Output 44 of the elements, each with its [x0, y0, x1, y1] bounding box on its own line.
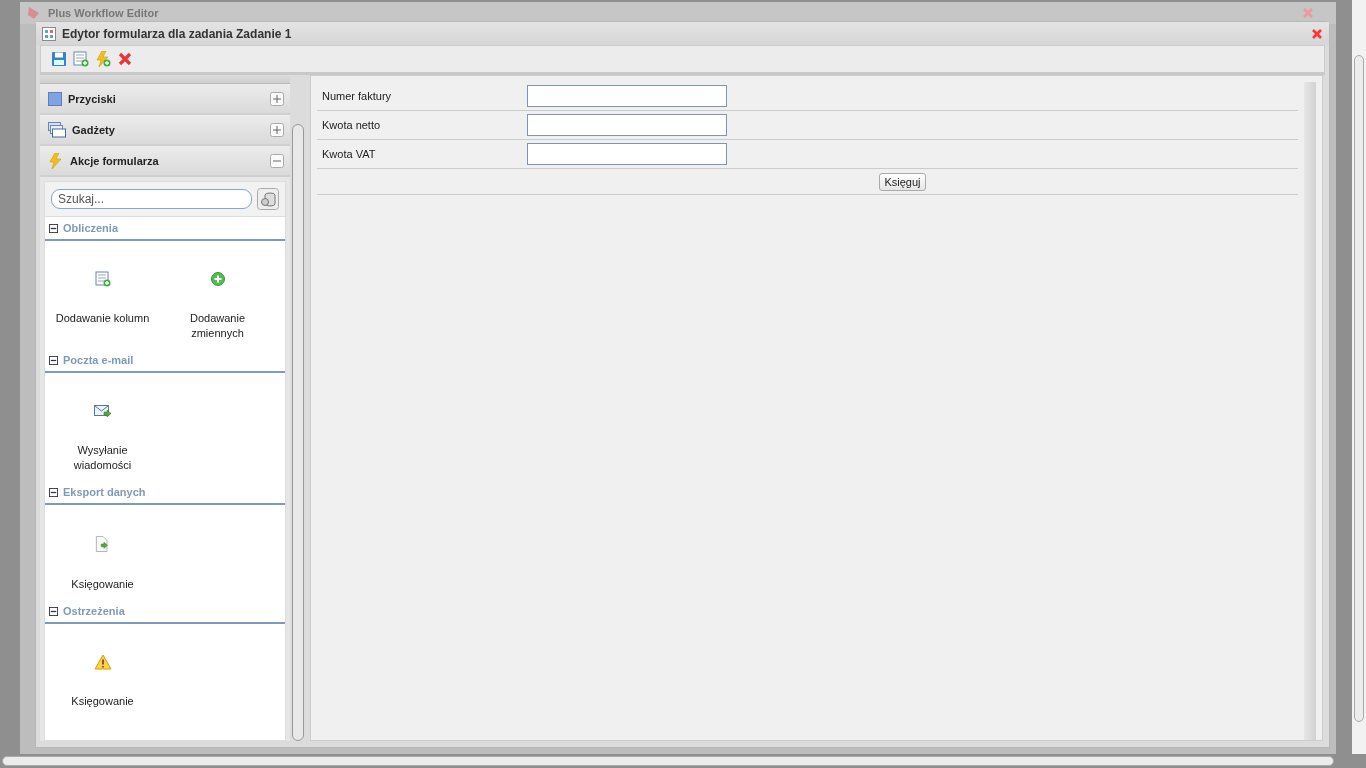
accordion-header[interactable]: Gadżety: [40, 115, 290, 146]
scrollbar-thumb[interactable]: [292, 124, 304, 741]
field-label: Kwota VAT: [322, 148, 377, 160]
input-field[interactable]: [527, 143, 727, 165]
submit-button[interactable]: Księguj: [879, 172, 926, 191]
mail-send-icon[interactable]: [93, 403, 112, 419]
collapse-icon[interactable]: [49, 606, 58, 616]
form-icon: [42, 26, 56, 41]
warning-icon[interactable]: [93, 654, 112, 670]
lightning-add-icon[interactable]: [95, 51, 111, 67]
add-table-icon[interactable]: [94, 271, 111, 287]
save-icon[interactable]: [51, 51, 67, 67]
collapse-icon[interactable]: [49, 223, 58, 233]
dialog-title: Edytor formularza dla zadania Zadanie 1: [62, 26, 292, 41]
document-export-icon[interactable]: [94, 535, 111, 553]
app-title: Plus Workflow Editor: [48, 7, 159, 19]
add-icon[interactable]: [209, 271, 226, 287]
scrollbar[interactable]: [2, 756, 1334, 766]
expand-icon[interactable]: [270, 122, 284, 137]
add-table-icon[interactable]: [73, 51, 89, 67]
action-label[interactable]: Wysyłanie wiadomości: [47, 443, 158, 473]
action-label[interactable]: Księgowanie: [47, 577, 158, 592]
accordion-header[interactable]: Przyciski: [40, 84, 290, 115]
field-label: Numer faktury: [322, 90, 393, 102]
expand-icon[interactable]: [270, 91, 284, 106]
close-icon[interactable]: [1311, 27, 1323, 40]
database-icon[interactable]: [257, 188, 279, 210]
search-field[interactable]: Szukaj...: [51, 189, 252, 209]
scrollbar-thumb[interactable]: [1354, 55, 1364, 722]
field-label: Kwota netto: [322, 119, 382, 131]
scrollbar[interactable]: [1304, 82, 1316, 740]
square-icon: [48, 91, 62, 106]
app-logo-icon: [26, 5, 42, 21]
collapse-icon[interactable]: [49, 487, 58, 497]
input-field[interactable]: [527, 114, 727, 136]
collapse-icon[interactable]: [49, 355, 58, 365]
windows-icon: [48, 121, 66, 138]
accordion-header[interactable]: Akcje formularza: [40, 146, 290, 177]
delete-icon[interactable]: [117, 51, 133, 67]
action-label[interactable]: Dodawanie zmiennych: [162, 311, 273, 341]
lightning-icon: [48, 152, 64, 169]
input-field[interactable]: [527, 85, 727, 107]
action-label[interactable]: Dodawanie kolumn: [47, 311, 158, 326]
action-label[interactable]: Księgowanie: [47, 694, 158, 709]
